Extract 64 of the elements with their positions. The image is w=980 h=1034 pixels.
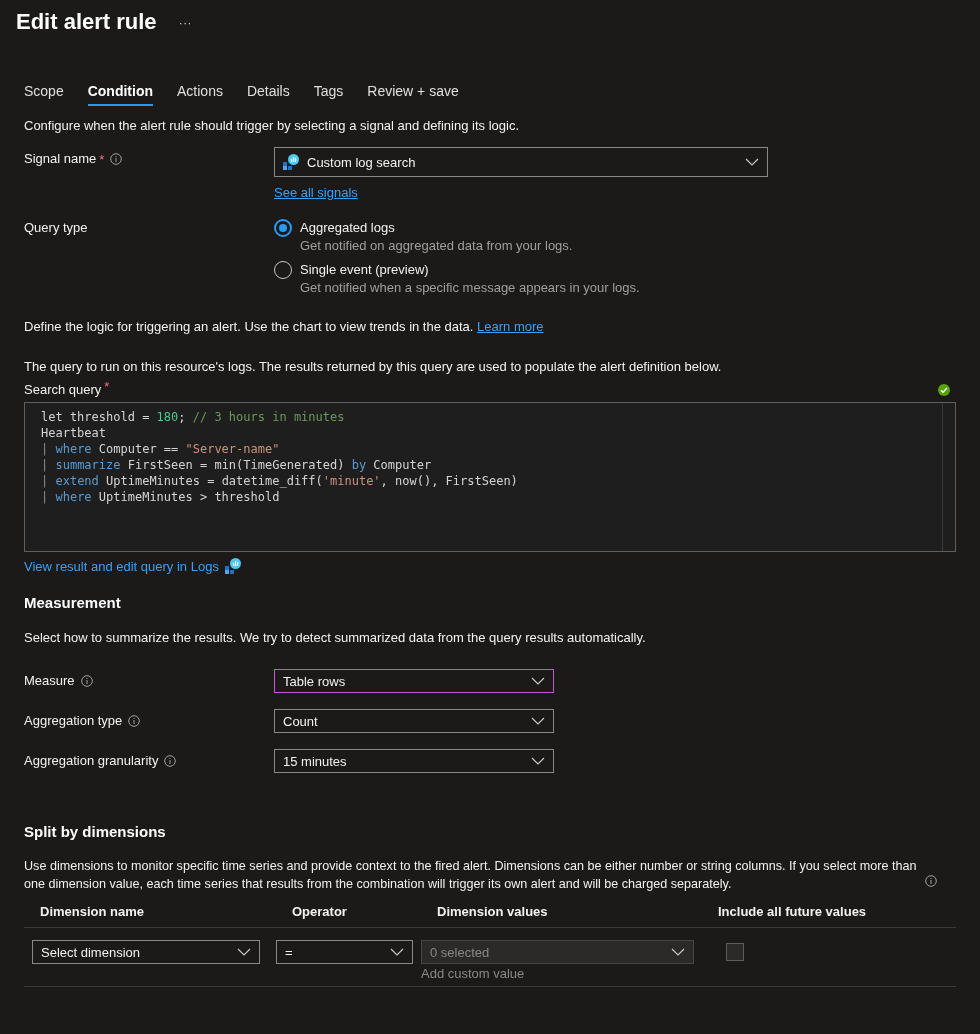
section-heading: Measurement — [24, 594, 122, 611]
section-description: Select how to summarize the results. We try to detect summarized data from the query results automatically. — [24, 629, 647, 647]
learn-more-link[interactable]: Learn more — [477, 319, 544, 334]
chevron-down-icon — [390, 948, 404, 956]
section-heading: Split by dimensions — [24, 823, 167, 840]
chevron-down-icon — [745, 158, 759, 166]
code-line: | where UptimeMinutes > threshold — [41, 489, 281, 505]
radio-button[interactable] — [274, 219, 292, 237]
custom-value-hint: Add custom value — [421, 966, 526, 982]
field-label: Query type — [24, 219, 89, 237]
chevron-down-icon — [531, 677, 545, 685]
info-icon[interactable] — [164, 755, 177, 767]
signal-select[interactable]: Custom log search — [274, 147, 768, 177]
field-label: Aggregation type — [24, 712, 123, 730]
intro-text: Configure when the alert rule should trigger by selecting a signal and defining its logic. — [24, 117, 520, 135]
column-header: Dimension values — [437, 903, 549, 919]
chevron-down-icon — [531, 757, 545, 765]
chevron-down-icon — [671, 948, 685, 956]
info-icon[interactable] — [925, 875, 937, 887]
field-label: Signal name — [24, 150, 97, 168]
radio-option[interactable]: Single event (preview) Get notified when a specific message appears in your logs. — [274, 261, 956, 297]
chevron-down-icon — [531, 717, 545, 725]
view-in-logs-link[interactable]: View result and edit query in Logs — [24, 558, 219, 574]
code-line: | where Computer == "Server-name" — [41, 441, 281, 457]
bar-chart-icon — [283, 154, 299, 170]
tab[interactable]: Tags — [313, 83, 344, 106]
option-hint: Get notified on aggregated data from your logs. — [300, 237, 573, 255]
chevron-down-icon — [237, 948, 251, 956]
column-header: Include all future values — [718, 903, 868, 919]
code-line: | summarize FirstSeen = min(TimeGenerated) by Computer — [41, 457, 433, 473]
info-icon[interactable] — [128, 715, 141, 727]
bar-chart-icon — [224, 558, 241, 574]
code-line: | extend UptimeMinutes = datetime_diff('minute', now(), FirstSeen) — [41, 473, 519, 489]
tab[interactable]: Scope — [24, 83, 64, 106]
logic-text: Define the logic for triggering an alert. Use the chart to view trends in the data. Learn more — [24, 318, 545, 336]
tab[interactable]: Actions — [177, 83, 223, 106]
info-icon[interactable] — [110, 153, 123, 165]
field-label: Measure — [24, 672, 75, 690]
tab[interactable]: Review + save — [367, 83, 459, 106]
dropdown[interactable]: 15 minutes — [274, 749, 554, 773]
info-icon[interactable] — [80, 675, 93, 687]
column-header: Dimension name — [40, 903, 146, 919]
field-label: Search query — [24, 381, 102, 399]
code-line: let threshold = 180; // 3 hours in minutes — [41, 409, 346, 425]
field-label: Aggregation granularity — [24, 752, 159, 770]
code-line: Heartbeat — [41, 425, 108, 441]
see-all-signals-link[interactable]: See all signals — [274, 185, 358, 200]
column-header: Operator — [292, 903, 348, 919]
dropdown[interactable]: = — [276, 940, 413, 964]
option-hint: Get notified when a specific message appears in your logs. — [300, 279, 640, 297]
more-button[interactable]: ··· — [178, 14, 192, 30]
dropdown[interactable]: Table rows — [274, 669, 554, 693]
tab[interactable]: Details — [246, 83, 290, 106]
radio-option[interactable]: Aggregated logs Get notified on aggregated data from your logs. — [274, 219, 956, 255]
checkbox[interactable] — [726, 943, 744, 961]
query-intro-text: The query to run on this resource's logs. The results returned by this query are used to populate the alert definition below. — [24, 358, 723, 376]
dropdown[interactable]: Count — [274, 709, 554, 733]
section-description: Use dimensions to monitor specific time series and provide context to the fired alert. Dimensions can be either number or string columns. If you select more than one dimension value, each time series that results from the combination will trigger its own alert and will be charged separately. — [24, 858, 918, 893]
dropdown[interactable]: Select dimension — [32, 940, 260, 964]
required-mark: * — [104, 378, 110, 394]
tab[interactable]: Condition — [87, 83, 153, 106]
page-title: Edit alert rule — [16, 9, 157, 35]
required-mark: * — [99, 151, 105, 167]
query-editor[interactable] — [24, 402, 956, 552]
